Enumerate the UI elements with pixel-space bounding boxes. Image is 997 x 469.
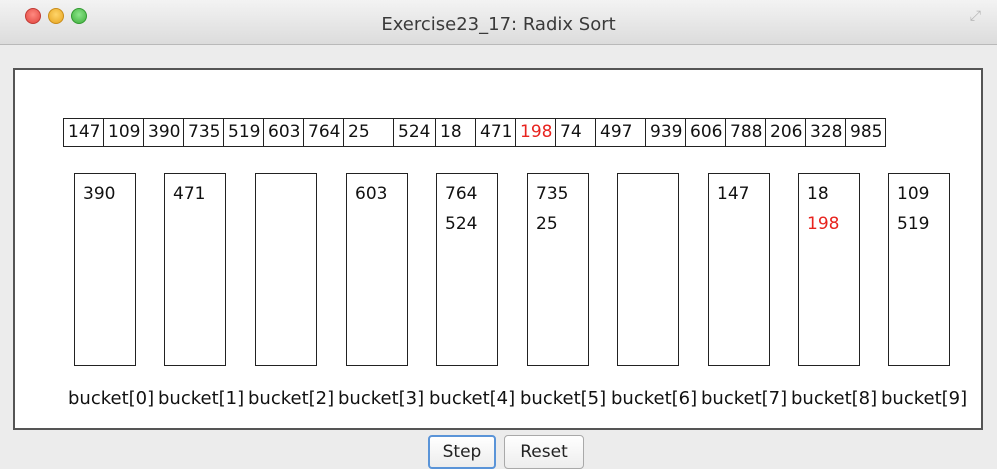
bucket-value: 735 [536,184,569,204]
array-cell: 206 [766,119,806,146]
bucket-label: bucket[1] [158,388,245,409]
array-cell: 109 [104,119,144,146]
bucket-label: bucket[6] [611,388,698,409]
step-button[interactable]: Step [428,435,496,469]
array-cell: 74 [556,119,596,146]
app-window: Exercise23_17: Radix Sort ⤢ 147 109 390 … [0,0,997,469]
bucket-1-box: 471 [164,173,226,366]
bucket-7-box: 147 [708,173,770,366]
array-cell: 788 [726,119,766,146]
array-cell: 985 [846,119,886,146]
bucket-5-box: 735 25 [527,173,589,366]
reset-button[interactable]: Reset [504,435,584,469]
bucket-value: 25 [536,214,558,234]
array-cell: 18 [436,119,476,146]
array-cell: 25 [344,119,394,146]
bucket-value: 109 [897,184,930,204]
bucket-value: 471 [173,184,206,204]
bucket-label: bucket[7] [701,388,788,409]
fullscreen-icon[interactable]: ⤢ [970,8,981,24]
bucket-label: bucket[3] [338,388,425,409]
bucket-4-box: 764 524 [436,173,498,366]
array-cell: 519 [224,119,264,146]
bucket-value-highlighted: 198 [807,214,840,234]
bucket-value: 18 [807,184,829,204]
array-strip: 147 109 390 735 519 603 764 25 524 18 47… [63,118,886,147]
array-cell-highlighted: 198 [516,119,556,146]
bucket-0-box: 390 [74,173,136,366]
window-title: Exercise23_17: Radix Sort [381,14,616,35]
bucket-value: 524 [445,214,478,234]
bucket-label: bucket[9] [881,388,968,409]
bucket-2-box [255,173,317,366]
array-cell: 524 [394,119,436,146]
bucket-8-box: 18 198 [798,173,860,366]
bucket-label: bucket[4] [429,388,516,409]
array-cell: 147 [64,119,104,146]
bucket-label: bucket[2] [248,388,335,409]
bucket-value: 147 [717,184,750,204]
array-cell: 939 [646,119,686,146]
array-cell: 606 [686,119,726,146]
array-cell: 390 [144,119,184,146]
bucket-label: bucket[0] [68,388,155,409]
radix-sort-panel: 147 109 390 735 519 603 764 25 524 18 47… [13,68,983,430]
array-cell: 603 [264,119,304,146]
bucket-label: bucket[8] [791,388,878,409]
bucket-6-box [617,173,679,366]
array-cell: 497 [596,119,646,146]
bucket-value: 764 [445,184,478,204]
bucket-9-box: 109 519 [888,173,950,366]
array-cell: 328 [806,119,846,146]
bucket-value: 603 [355,184,388,204]
bucket-label: bucket[5] [520,388,607,409]
title-bar: Exercise23_17: Radix Sort ⤢ [0,0,997,45]
bucket-value: 390 [83,184,116,204]
array-cell: 735 [184,119,224,146]
bucket-3-box: 603 [346,173,408,366]
array-cell: 764 [304,119,344,146]
bucket-value: 519 [897,214,930,234]
array-cell: 471 [476,119,516,146]
